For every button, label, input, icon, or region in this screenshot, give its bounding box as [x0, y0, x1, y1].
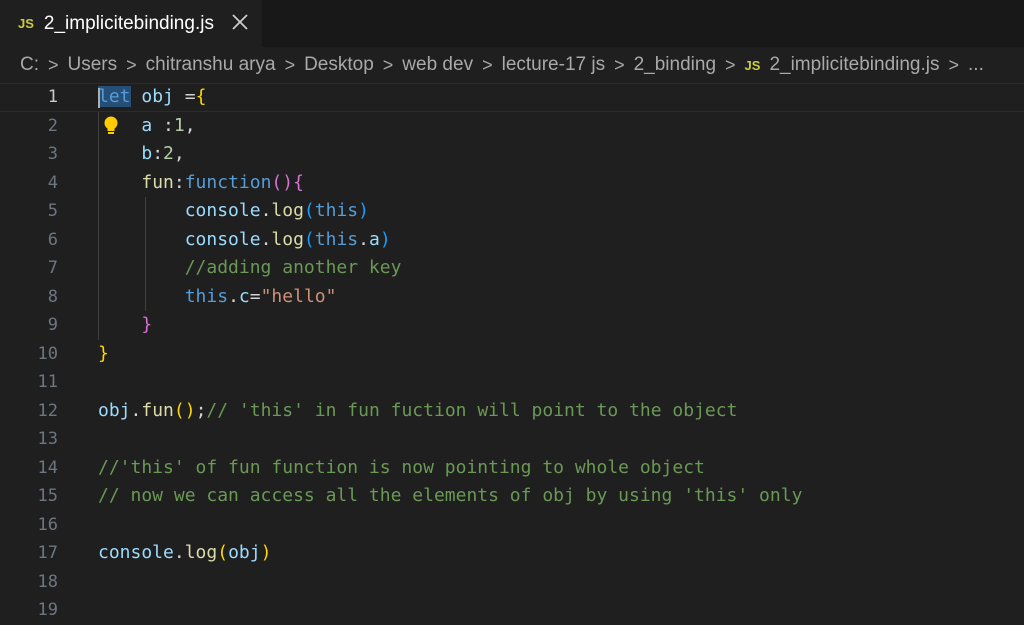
code-text[interactable]: console.log(this.a) [98, 226, 391, 255]
code-text[interactable]: } [98, 340, 109, 369]
line-number: 17 [37, 543, 58, 563]
breadcrumb-binding[interactable]: 2_binding [634, 54, 716, 76]
code-text[interactable]: //adding another key [98, 254, 402, 283]
code-line[interactable]: 6 console.log(this.a) [0, 226, 1024, 255]
editor-tab[interactable]: JS 2_implicitebinding.js [0, 0, 262, 47]
code-line[interactable]: 2 a :1, [0, 112, 1024, 141]
line-number: 1 [47, 87, 58, 107]
chevron-right-icon: > [284, 54, 296, 75]
code-text[interactable]: this.c="hello" [98, 283, 337, 312]
code-line[interactable]: 16 [0, 511, 1024, 540]
code-text[interactable]: let obj ={ [98, 84, 206, 111]
code-text[interactable]: //'this' of fun function is now pointing… [98, 454, 705, 483]
code-line[interactable]: 4 fun:function(){ [0, 169, 1024, 198]
code-text[interactable]: console.log(obj) [98, 539, 271, 568]
code-line[interactable]: 10 } [0, 340, 1024, 369]
code-line[interactable]: 19 [0, 596, 1024, 625]
line-number: 14 [37, 457, 58, 478]
line-number: 12 [37, 400, 58, 421]
code-text[interactable]: b:2, [98, 140, 184, 169]
code-line[interactable]: 17 console.log(obj) [0, 539, 1024, 568]
line-number: 8 [47, 286, 58, 307]
breadcrumb-file[interactable]: 2_implicitebinding.js [769, 54, 939, 76]
text-cursor [98, 88, 100, 108]
breadcrumb-desktop[interactable]: Desktop [304, 54, 374, 76]
code-line[interactable]: 18 [0, 568, 1024, 597]
js-file-icon: JS [18, 16, 34, 31]
line-number: 11 [37, 372, 58, 392]
line-number: 4 [47, 172, 58, 193]
code-text[interactable]: } [98, 311, 152, 340]
breadcrumb-user-folder[interactable]: chitranshu arya [146, 54, 276, 76]
line-number: 7 [47, 258, 58, 278]
line-number: 9 [47, 315, 58, 335]
code-line[interactable]: 9 } [0, 311, 1024, 340]
code-line[interactable]: 7 //adding another key [0, 254, 1024, 283]
line-number: 13 [37, 429, 58, 449]
chevron-right-icon: > [614, 54, 625, 75]
breadcrumb: C: > Users > chitranshu arya > Desktop >… [20, 51, 1024, 79]
chevron-right-icon: > [382, 54, 394, 75]
code-text[interactable]: fun:function(){ [98, 169, 304, 198]
breadcrumb-more[interactable]: ... [968, 54, 984, 76]
code-editor[interactable]: 1 let obj ={ 2 a :1, 3 b:2, 4 fun:functi… [0, 83, 1024, 620]
line-number: 18 [37, 571, 58, 592]
code-text[interactable]: // now we can access all the elements of… [98, 482, 802, 511]
code-line[interactable]: 5 console.log(this) [0, 197, 1024, 226]
chevron-right-icon: > [725, 54, 736, 75]
line-number: 6 [47, 229, 58, 250]
code-line[interactable]: 1 let obj ={ [0, 83, 1024, 112]
code-line[interactable]: 3 b:2, [0, 140, 1024, 169]
line-number: 16 [37, 514, 58, 535]
line-number: 10 [37, 343, 58, 364]
chevron-right-icon: > [482, 54, 493, 75]
code-line[interactable]: 15 // now we can access all the elements… [0, 482, 1024, 511]
line-number: 3 [47, 144, 58, 164]
breadcrumb-lecture[interactable]: lecture-17 js [502, 54, 606, 76]
chevron-right-icon: > [126, 54, 137, 75]
code-line[interactable]: 12 obj.fun();// 'this' in fun fuction wi… [0, 397, 1024, 426]
code-line[interactable]: 11 [0, 368, 1024, 397]
code-line[interactable]: 14 //'this' of fun function is now point… [0, 454, 1024, 483]
chevron-right-icon: > [48, 54, 59, 75]
line-number: 2 [47, 115, 58, 136]
close-icon[interactable] [229, 11, 251, 33]
line-number: 15 [37, 486, 58, 506]
line-number: 5 [47, 201, 58, 221]
breadcrumb-web-dev[interactable]: web dev [402, 54, 473, 76]
code-text[interactable]: obj.fun();// 'this' in fun fuction will … [98, 397, 737, 426]
chevron-right-icon: > [948, 54, 960, 75]
code-line[interactable]: 8 this.c="hello" [0, 283, 1024, 312]
line-number: 19 [37, 600, 58, 620]
breadcrumb-drive[interactable]: C: [20, 54, 39, 76]
code-line[interactable]: 13 [0, 425, 1024, 454]
code-text[interactable]: a :1, [98, 112, 195, 141]
code-text[interactable]: console.log(this) [98, 197, 369, 226]
js-file-icon: JS [744, 57, 761, 73]
breadcrumb-users[interactable]: Users [68, 54, 118, 76]
tab-title[interactable]: 2_implicitebinding.js [44, 13, 214, 35]
tab-bar: JS 2_implicitebinding.js [0, 0, 1024, 47]
